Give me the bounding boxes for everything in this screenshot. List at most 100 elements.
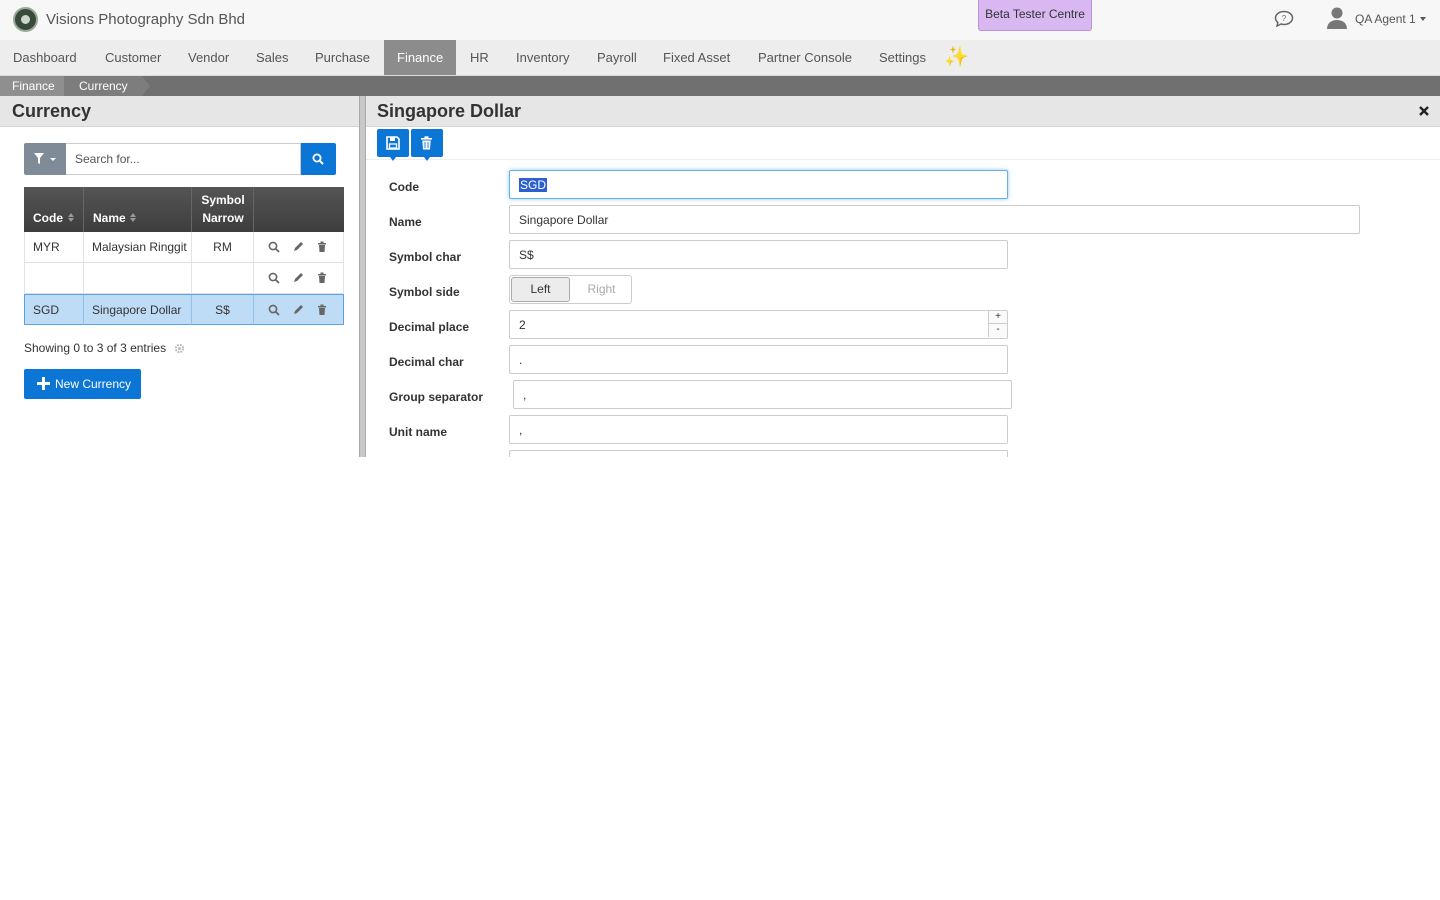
form-row-code: Code SGD	[366, 160, 1440, 199]
nav-item-fixed-asset[interactable]: Fixed Asset	[650, 40, 743, 75]
company-logo[interactable]	[13, 7, 38, 32]
view-icon[interactable]	[268, 304, 280, 316]
filter-icon	[34, 153, 44, 164]
form-row-symbol-char: Symbol char	[366, 230, 1440, 269]
unit-name-label: Unit name	[389, 425, 448, 439]
row-actions	[254, 263, 344, 293]
currency-list-panel: Currency Code Name Symbol Narrow MYR Mal…	[0, 96, 360, 457]
user-menu-caret-icon[interactable]	[1420, 17, 1426, 21]
svg-text:?: ?	[1282, 14, 1287, 23]
row-actions	[254, 295, 344, 325]
nav-item-hr[interactable]: HR	[457, 40, 502, 75]
cell-name	[84, 263, 192, 293]
symbol-side-label: Symbol side	[389, 285, 460, 299]
decimal-place-value: 2	[519, 318, 526, 332]
table-row-selected[interactable]: SGD Singapore Dollar S$	[24, 294, 344, 325]
search-button[interactable]	[301, 143, 336, 175]
symbol-side-right-option[interactable]: Right	[572, 277, 631, 302]
breadcrumb-currency[interactable]: Currency	[64, 76, 150, 96]
delete-icon[interactable]	[316, 304, 328, 316]
search-input[interactable]	[66, 143, 301, 175]
sparkle-icon[interactable]: ✨	[944, 45, 969, 69]
form-row-symbol-side: Symbol side Left Right	[366, 265, 1440, 304]
decimal-char-label: Decimal char	[389, 355, 464, 369]
form-row-group-separator: Group separator	[366, 370, 1440, 409]
increment-button[interactable]: +	[988, 311, 1007, 324]
entries-info: Showing 0 to 3 of 3 entries	[24, 341, 167, 355]
cell-symbol	[192, 263, 254, 293]
main-nav: Dashboard Customer Vendor Sales Purchase…	[0, 40, 1440, 76]
cell-code: SGD	[25, 295, 84, 325]
view-icon[interactable]	[268, 241, 280, 253]
cell-symbol: RM	[192, 232, 254, 262]
next-field-partial[interactable]	[509, 450, 1008, 457]
form-row-decimal-char: Decimal char	[366, 335, 1440, 374]
decimal-place-spinner: + -	[988, 311, 1008, 338]
search-icon	[312, 153, 324, 165]
gear-icon[interactable]	[174, 343, 185, 354]
currency-detail-panel: Singapore Dollar Code SGD Name Symbol ch…	[366, 96, 1440, 457]
sort-icon	[130, 213, 136, 223]
detail-panel-title: Singapore Dollar	[377, 101, 522, 121]
close-icon[interactable]	[1417, 104, 1431, 118]
save-icon	[386, 136, 400, 150]
row-actions	[254, 232, 344, 262]
column-header-symbol-narrow[interactable]: Symbol Narrow	[192, 187, 254, 232]
plus-icon	[37, 377, 50, 390]
chat-icon[interactable]: ?	[1274, 10, 1294, 28]
trash-icon	[421, 136, 432, 150]
form-row-unit-name: Unit name	[366, 405, 1440, 444]
edit-icon[interactable]	[292, 241, 304, 253]
symbol-char-label: Symbol char	[389, 250, 462, 264]
nav-item-finance[interactable]: Finance	[384, 40, 457, 75]
nav-item-dashboard[interactable]: Dashboard	[0, 40, 90, 75]
form-row-decimal-place: Decimal place 2 + -	[366, 300, 1440, 339]
nav-item-settings[interactable]: Settings	[866, 40, 939, 75]
column-header-name[interactable]: Name	[84, 187, 192, 232]
nav-item-sales[interactable]: Sales	[243, 40, 302, 75]
column-header-code[interactable]: Code	[24, 187, 84, 232]
list-panel-title: Currency	[12, 101, 92, 121]
view-icon[interactable]	[268, 272, 280, 284]
detail-toolbar	[366, 128, 1440, 161]
sort-icon	[68, 213, 74, 223]
delete-icon[interactable]	[316, 272, 328, 284]
name-label: Name	[389, 215, 422, 229]
nav-item-payroll[interactable]: Payroll	[584, 40, 650, 75]
decimal-place-label: Decimal place	[389, 320, 470, 334]
user-avatar-icon[interactable]	[1326, 6, 1348, 30]
detail-panel-header: Singapore Dollar	[366, 96, 1440, 127]
cell-symbol: S$	[192, 295, 254, 325]
form-row-partial	[366, 440, 1440, 457]
group-separator-label: Group separator	[389, 390, 484, 404]
table-row[interactable]	[24, 263, 344, 294]
symbol-side-left-option[interactable]: Left	[511, 277, 570, 302]
delete-button[interactable]	[411, 129, 443, 161]
filter-button[interactable]	[24, 143, 66, 175]
panel-splitter[interactable]	[359, 96, 366, 457]
beta-tester-centre-button[interactable]: Beta Tester Centre	[978, 0, 1092, 31]
company-name[interactable]: Visions Photography Sdn Bhd	[46, 11, 245, 28]
list-panel-header: Currency	[0, 96, 360, 127]
cell-name: Malaysian Ringgit	[84, 232, 192, 262]
code-label: Code	[389, 180, 419, 194]
edit-icon[interactable]	[292, 304, 304, 316]
user-name[interactable]: QA Agent 1	[1355, 12, 1416, 26]
nav-item-customer[interactable]: Customer	[92, 40, 174, 75]
currency-table: Code Name Symbol Narrow MYR Malaysian Ri…	[24, 187, 344, 325]
code-selected-text: SGD	[519, 178, 548, 192]
nav-item-purchase[interactable]: Purchase	[302, 40, 383, 75]
new-currency-button[interactable]: New Currency	[24, 369, 141, 399]
filter-caret-icon	[50, 158, 56, 161]
form-row-name: Name	[366, 195, 1440, 234]
nav-item-vendor[interactable]: Vendor	[175, 40, 242, 75]
table-header: Code Name Symbol Narrow	[24, 187, 344, 232]
breadcrumb-finance[interactable]: Finance	[0, 76, 72, 96]
save-button[interactable]	[377, 129, 409, 161]
edit-icon[interactable]	[292, 272, 304, 284]
table-row[interactable]: MYR Malaysian Ringgit RM	[24, 232, 344, 263]
nav-item-inventory[interactable]: Inventory	[503, 40, 582, 75]
top-bar: Visions Photography Sdn Bhd Beta Tester …	[0, 0, 1440, 40]
nav-item-partner-console[interactable]: Partner Console	[745, 40, 865, 75]
delete-icon[interactable]	[316, 241, 328, 253]
